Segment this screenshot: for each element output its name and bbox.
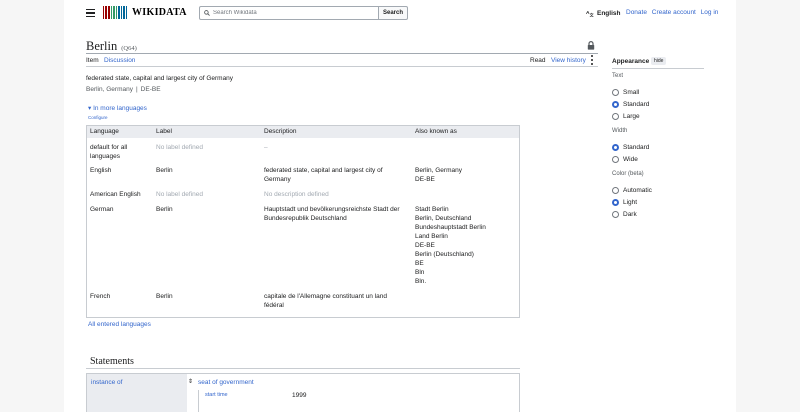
statement-value-link[interactable]: seat of government xyxy=(198,379,254,386)
column-header: Language xyxy=(90,128,119,135)
main-menu-icon[interactable] xyxy=(86,9,95,17)
alias: Berlin, Germany xyxy=(86,86,133,93)
option-label: Automatic xyxy=(623,187,652,194)
search-box[interactable] xyxy=(199,6,379,20)
search-icon xyxy=(204,10,210,16)
color-light-option[interactable]: Light xyxy=(612,199,637,206)
text-size-label: Text xyxy=(612,73,624,79)
table-cell-aliases: Stadt Berlin Berlin, Deutschland Bundesh… xyxy=(415,206,486,285)
radio-button-selected[interactable] xyxy=(612,101,619,108)
color-dark-option[interactable]: Dark xyxy=(612,211,637,218)
option-label: Wide xyxy=(623,156,638,163)
table-cell-language: American English xyxy=(90,191,141,198)
text-size-standard-option[interactable]: Standard xyxy=(612,101,649,108)
item-description: federated state, capital and largest cit… xyxy=(86,75,234,82)
option-label: Light xyxy=(623,199,638,206)
option-label: Standard xyxy=(623,101,650,108)
search-input[interactable] xyxy=(213,10,373,16)
radio-button[interactable] xyxy=(612,156,619,163)
option-label: Dark xyxy=(623,211,637,218)
table-cell-language: French xyxy=(90,293,111,300)
text-size-large-option[interactable]: Large xyxy=(612,113,640,120)
property-cell: instance of xyxy=(87,374,187,412)
all-entered-languages-link[interactable]: All entered languages xyxy=(88,321,151,328)
table-cell-aliases: Berlin, Germany DE-BE xyxy=(415,167,462,183)
table-cell-description: Hauptstadt und bevölkerungsreichste Stad… xyxy=(264,206,400,222)
radio-button-selected[interactable] xyxy=(612,144,619,151)
tabs-divider xyxy=(86,66,598,67)
table-cell-language: English xyxy=(90,167,112,174)
alias-separator: | xyxy=(135,86,138,93)
tab-view-history[interactable]: View history xyxy=(551,57,586,64)
table-cell-label: No label defined xyxy=(156,191,203,198)
qualifier-divider xyxy=(198,390,199,412)
search-button[interactable]: Search xyxy=(378,6,408,20)
lock-icon[interactable] xyxy=(587,41,595,50)
qualifier-value: 1999 xyxy=(292,392,307,399)
item-label: Berlin xyxy=(86,39,118,53)
color-automatic-option[interactable]: Automatic xyxy=(612,187,652,194)
chevron-down-icon: ▾ xyxy=(88,105,92,112)
width-label: Width xyxy=(612,128,628,134)
language-table-header: Language Label Description Also known as xyxy=(87,126,519,138)
option-label: Small xyxy=(623,89,640,96)
text-size-small-option[interactable]: Small xyxy=(612,89,639,96)
page-title: Berlin (Q64) xyxy=(86,39,137,54)
option-label: Standard xyxy=(623,144,650,151)
create-account-link[interactable]: Create account xyxy=(652,9,696,16)
width-standard-option[interactable]: Standard xyxy=(612,144,649,151)
table-cell-description: – xyxy=(264,144,268,151)
rank-icon[interactable]: ⇕ xyxy=(188,378,193,385)
svg-text:文: 文 xyxy=(590,12,594,17)
item-aliases: Berlin, Germany | DE-BE xyxy=(86,86,161,93)
table-cell-description: federated state, capital and largest cit… xyxy=(264,167,383,183)
option-label: Large xyxy=(623,113,640,120)
color-label: Color (beta) xyxy=(612,171,644,177)
in-more-languages-label: In more languages xyxy=(93,105,147,112)
more-actions-icon[interactable] xyxy=(591,55,593,65)
appearance-title: Appearance xyxy=(612,58,650,65)
radio-button[interactable] xyxy=(612,113,619,120)
column-header: Also known as xyxy=(415,128,457,135)
radio-button-selected[interactable] xyxy=(612,199,619,206)
radio-button[interactable] xyxy=(612,89,619,96)
property-link[interactable]: instance of xyxy=(91,379,122,386)
table-cell-description: No description defined xyxy=(264,191,329,198)
width-wide-option[interactable]: Wide xyxy=(612,156,638,163)
table-cell-label: No label defined xyxy=(156,144,203,151)
hide-appearance-button[interactable]: hide xyxy=(651,57,667,65)
table-cell-label: Berlin xyxy=(156,206,173,213)
logo-wordmark: WIKIDATA xyxy=(132,7,187,18)
radio-button[interactable] xyxy=(612,211,619,218)
donate-link[interactable]: Donate xyxy=(626,9,647,16)
statement-group: instance of ⇕ seat of government start t… xyxy=(86,373,520,412)
appearance-divider xyxy=(612,68,704,69)
language-icon: A文 xyxy=(586,10,594,17)
tab-discussion[interactable]: Discussion xyxy=(104,57,135,64)
personal-tools: Donate Create account Log in xyxy=(626,9,721,16)
statements-heading: Statements xyxy=(90,356,134,367)
radio-button[interactable] xyxy=(612,187,619,194)
column-header: Label xyxy=(156,128,172,135)
column-header: Description xyxy=(264,128,297,135)
table-cell-label: Berlin xyxy=(156,167,173,174)
qualifier-property-link[interactable]: start time xyxy=(205,392,228,398)
alias: DE-BE xyxy=(140,86,161,93)
table-cell-description: capitale de l'Allemagne constituant un l… xyxy=(264,293,388,309)
table-cell-language: German xyxy=(90,206,114,213)
in-more-languages-toggle[interactable]: ▾ In more languages xyxy=(88,104,147,112)
barcode-logo-icon xyxy=(103,6,128,19)
statements-divider xyxy=(86,368,520,369)
language-selector-label: English xyxy=(597,9,621,17)
table-cell-language: default for all languages xyxy=(90,144,128,160)
language-selector[interactable]: A文 English xyxy=(586,9,621,18)
wikidata-logo[interactable]: WIKIDATA xyxy=(103,6,187,19)
table-cell-label: Berlin xyxy=(156,293,173,300)
title-divider xyxy=(86,53,598,54)
language-table: Language Label Description Also known as… xyxy=(86,125,520,318)
login-link[interactable]: Log in xyxy=(701,9,719,16)
item-qid: (Q64) xyxy=(121,45,137,52)
configure-link[interactable]: Configure xyxy=(88,115,108,120)
